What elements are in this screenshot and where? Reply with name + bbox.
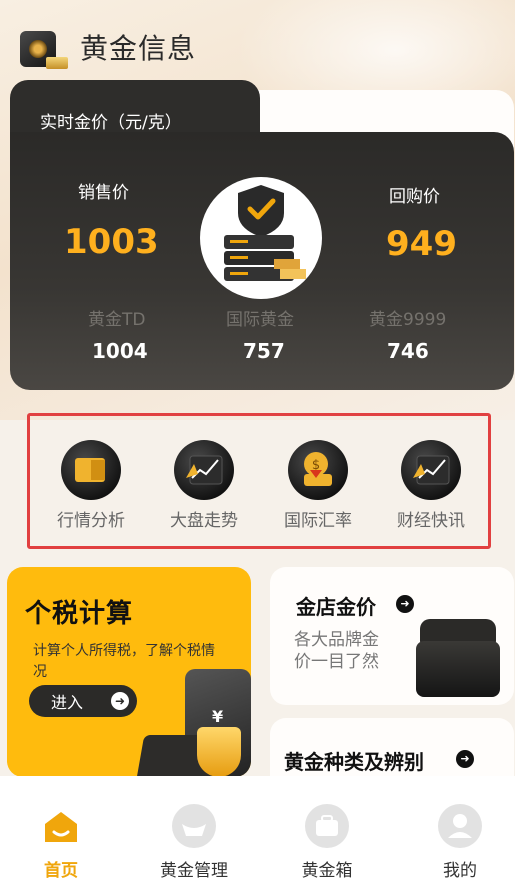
kind-card-title: 黄金种类及辨别 [284,750,424,774]
td-price-label: 黄金TD [88,310,146,330]
treasure-chest-icon [416,619,500,699]
shop-card-title: 金店金价 [296,595,376,619]
yen-icon: ¥ [212,707,224,726]
quick-entry-trend[interactable]: 大盘走势 [159,440,249,531]
bottom-tab-bar: 首页 黄金管理 黄金箱 我的 [0,776,515,884]
buy-price-value: 949 [386,224,457,264]
tab-label: 首页 [44,861,78,881]
tab-label: 黄金管理 [160,861,228,881]
gold-shop-price-card[interactable]: 金店金价 ➜ 各大品牌金价一目了然 [270,567,514,705]
quick-entry-market-analysis[interactable]: 行情分析 [46,440,136,531]
enter-button-label: 进入 [51,693,84,712]
server-shield-icon [224,185,306,281]
market-analysis-icon [61,440,121,500]
intl-gold-value: 757 [243,339,285,363]
price-card-title: 实时金价（元/克） [40,113,182,133]
gold9999-label: 黄金9999 [369,310,447,330]
quick-entry-exchange-rate[interactable]: $ 国际汇率 [273,440,363,531]
trend-chart-icon [174,440,234,500]
gold-safe-logo-icon [16,23,68,71]
quick-entry-label: 财经快讯 [397,511,465,531]
buy-price-label: 回购价 [389,187,440,207]
exchange-rate-icon: $ [288,440,348,500]
tax-calculator-card[interactable]: 个税计算 计算个人所得税，了解个税情况 进入 ➜ ¥ [7,567,251,777]
app-header: 黄金信息 [16,22,196,72]
tax-enter-button[interactable]: 进入 ➜ [29,685,137,717]
intl-gold-label: 国际黄金 [226,310,294,330]
quick-entry-label: 国际汇率 [284,511,352,531]
tab-profile[interactable]: 我的 [405,804,515,881]
finance-news-icon [401,440,461,500]
sell-price-value: 1003 [64,222,159,262]
tab-gold-box[interactable]: 黄金箱 [272,804,382,881]
tab-label: 我的 [443,861,477,881]
shop-card-description: 各大品牌金价一目了然 [294,630,379,672]
tab-home[interactable]: 首页 [6,804,116,881]
gold9999-value: 746 [387,339,429,363]
quick-entry-finance-news[interactable]: 财经快讯 [386,440,476,531]
gold-ingot-icon [172,804,216,848]
user-avatar-icon [438,804,482,848]
toolbox-icon [305,804,349,848]
shield-check-icon [197,727,241,777]
page-title: 黄金信息 [80,32,197,65]
tab-gold-management[interactable]: 黄金管理 [139,804,249,881]
arrow-right-icon: ➜ [456,750,474,768]
home-icon [39,804,83,848]
gold-server-illustration [200,177,322,299]
tab-label: 黄金箱 [301,861,353,881]
tax-card-title: 个税计算 [25,599,134,629]
td-price-value: 1004 [92,339,148,363]
arrow-right-icon: ➜ [396,595,414,613]
quick-entry-label: 行情分析 [57,511,125,531]
sell-price-label: 销售价 [78,183,129,203]
quick-entry-label: 大盘走势 [170,511,238,531]
arrow-right-icon: ➜ [111,692,129,710]
